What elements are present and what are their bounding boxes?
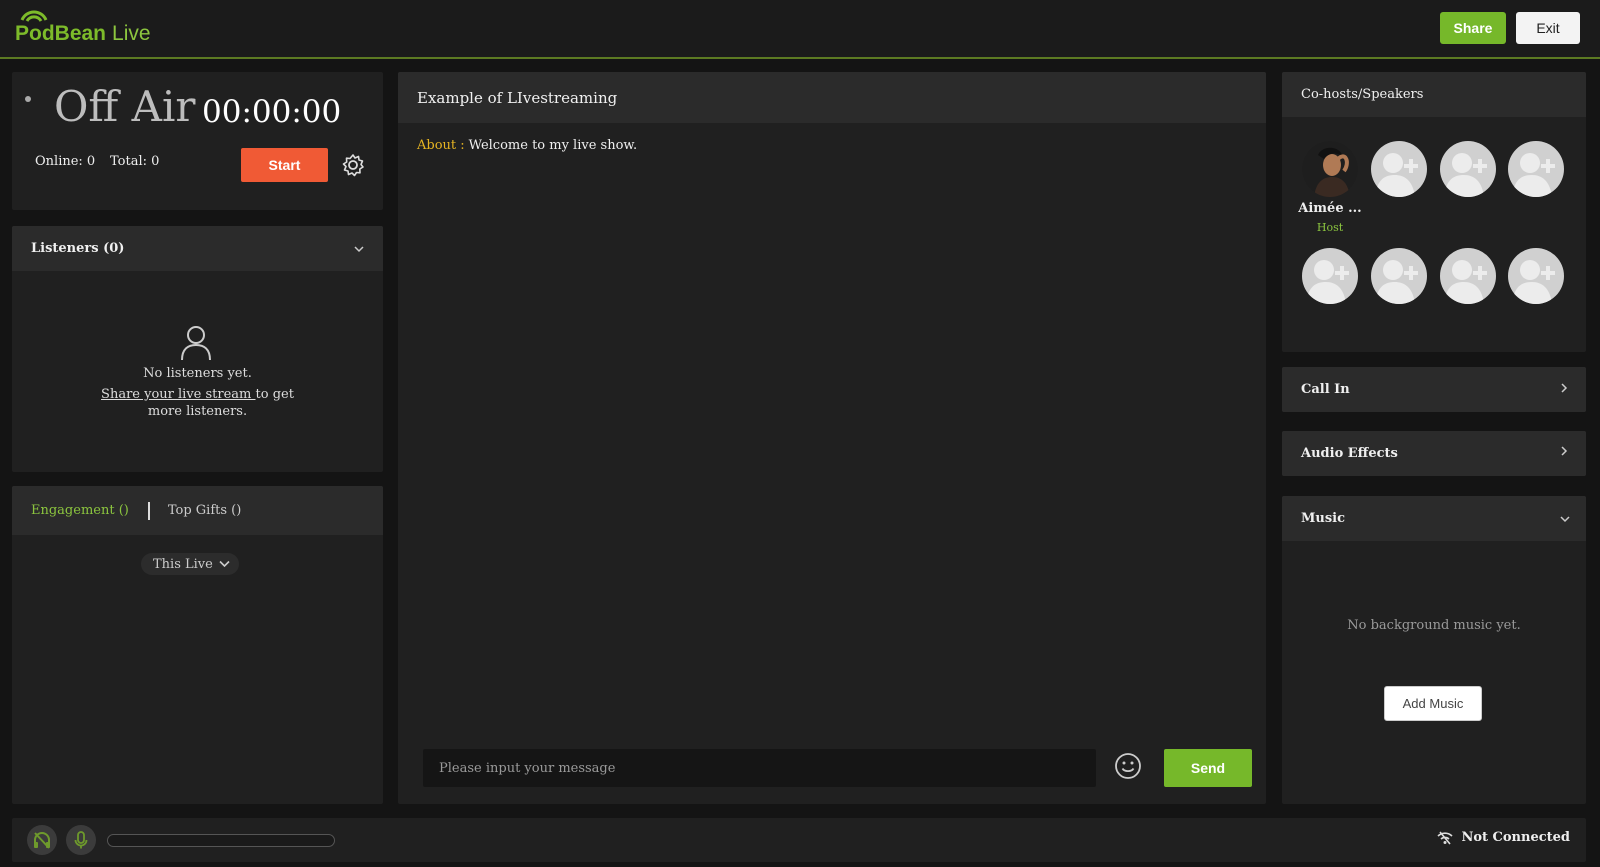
engagement-tabs: Engagement () Top Gifts () [12, 486, 383, 535]
add-speaker-slot[interactable] [1302, 248, 1358, 304]
host-photo [1302, 141, 1358, 197]
add-user-icon [1508, 141, 1564, 197]
microphone-toggle[interactable] [66, 825, 96, 855]
message-input[interactable] [423, 749, 1096, 787]
broadcast-timer: 00:00:00 [202, 94, 341, 130]
connection-text: Not Connected [1461, 830, 1570, 845]
add-user-icon [1440, 248, 1496, 304]
about-text: Welcome to my live show. [469, 138, 637, 153]
engagement-panel: Engagement () Top Gifts () This Live [12, 486, 383, 804]
add-music-button[interactable]: Add Music [1384, 686, 1482, 721]
call-in-title: Call In [1301, 382, 1350, 397]
chevron-right-icon [1558, 382, 1570, 394]
share-hint-rest: to get [256, 387, 294, 402]
emoji-icon[interactable] [1114, 752, 1142, 780]
cohosts-title: Co-hosts/Speakers [1282, 72, 1586, 117]
audio-level-meter [107, 834, 335, 847]
share-button[interactable]: Share [1440, 12, 1506, 44]
exit-button[interactable]: Exit [1516, 12, 1580, 44]
about-label: About : [417, 138, 465, 153]
podbean-logo: PodBean Live [15, 10, 151, 46]
add-speaker-slot[interactable] [1440, 141, 1496, 197]
audio-effects-title: Audio Effects [1301, 446, 1398, 461]
top-bar: PodBean Live Share Exit [0, 0, 1600, 59]
call-in-panel[interactable]: Call In [1282, 367, 1586, 412]
add-speaker-slot[interactable] [1440, 248, 1496, 304]
chevron-down-icon[interactable] [353, 243, 365, 255]
share-hint: Share your live stream to get [12, 387, 383, 402]
add-user-icon [1302, 248, 1358, 304]
share-hint-line2: more listeners. [12, 404, 383, 419]
add-speaker-slot[interactable] [1371, 248, 1427, 304]
add-user-icon [1440, 141, 1496, 197]
host-avatar[interactable] [1302, 141, 1358, 197]
music-title: Music [1301, 511, 1345, 526]
add-user-icon [1508, 248, 1564, 304]
cohosts-panel: Co-hosts/Speakers Aimée ... Host [1282, 72, 1586, 352]
connection-status: Not Connected [1437, 830, 1570, 845]
start-button[interactable]: Start [241, 148, 328, 182]
wifi-off-icon [1437, 831, 1453, 845]
listeners-header[interactable]: Listeners (0) [12, 226, 383, 271]
music-panel: Music No background music yet. Add Music [1282, 496, 1586, 804]
microphone-icon [66, 825, 96, 855]
no-listeners-text: No listeners yet. [12, 366, 383, 381]
gear-icon[interactable] [341, 153, 365, 177]
music-header[interactable]: Music [1282, 496, 1586, 541]
add-user-icon [1371, 248, 1427, 304]
tab-top-gifts[interactable]: Top Gifts () [168, 503, 241, 518]
chat-panel: Example of LIvestreaming About : Welcome … [398, 72, 1266, 804]
add-speaker-slot[interactable] [1371, 141, 1427, 197]
listeners-title: Listeners (0) [31, 241, 124, 256]
add-speaker-slot[interactable] [1508, 248, 1564, 304]
chat-title: Example of LIvestreaming [398, 72, 1266, 123]
headphones-toggle[interactable] [27, 825, 57, 855]
send-button[interactable]: Send [1164, 749, 1252, 787]
online-count: Online: 0 [35, 154, 95, 169]
logo-sub: Live [112, 22, 151, 46]
period-select[interactable]: This Live [141, 553, 239, 575]
call-in-header[interactable]: Call In [1282, 367, 1586, 412]
user-icon [180, 325, 212, 361]
period-select-value: This Live [153, 557, 213, 572]
tab-divider [148, 502, 150, 520]
bottom-bar: Not Connected [12, 818, 1586, 862]
no-music-text: No background music yet. [1282, 618, 1586, 633]
tab-engagement[interactable]: Engagement () [31, 503, 129, 518]
chevron-down-icon[interactable] [1559, 513, 1571, 525]
total-count: Total: 0 [110, 154, 159, 169]
share-stream-link[interactable]: Share your live stream [101, 387, 255, 402]
audio-effects-panel[interactable]: Audio Effects [1282, 431, 1586, 476]
host-name: Aimée ... [1298, 201, 1362, 216]
listeners-panel: Listeners (0) No listeners yet. Share yo… [12, 226, 383, 472]
logo-text: PodBean [15, 22, 106, 46]
headphones-off-icon [27, 825, 57, 855]
add-user-icon [1371, 141, 1427, 197]
add-speaker-slot[interactable] [1508, 141, 1564, 197]
broadcast-status-panel: Off Air 00:00:00 Online: 0 Total: 0 Star… [12, 72, 383, 210]
broadcast-icon [17, 6, 51, 24]
air-state-dot [25, 96, 31, 102]
host-role: Host [1298, 221, 1362, 234]
chevron-down-icon [219, 560, 230, 568]
chevron-right-icon [1558, 445, 1570, 457]
about-line: About : Welcome to my live show. [417, 138, 637, 153]
audio-effects-header[interactable]: Audio Effects [1282, 431, 1586, 476]
air-state: Off Air [54, 82, 195, 131]
